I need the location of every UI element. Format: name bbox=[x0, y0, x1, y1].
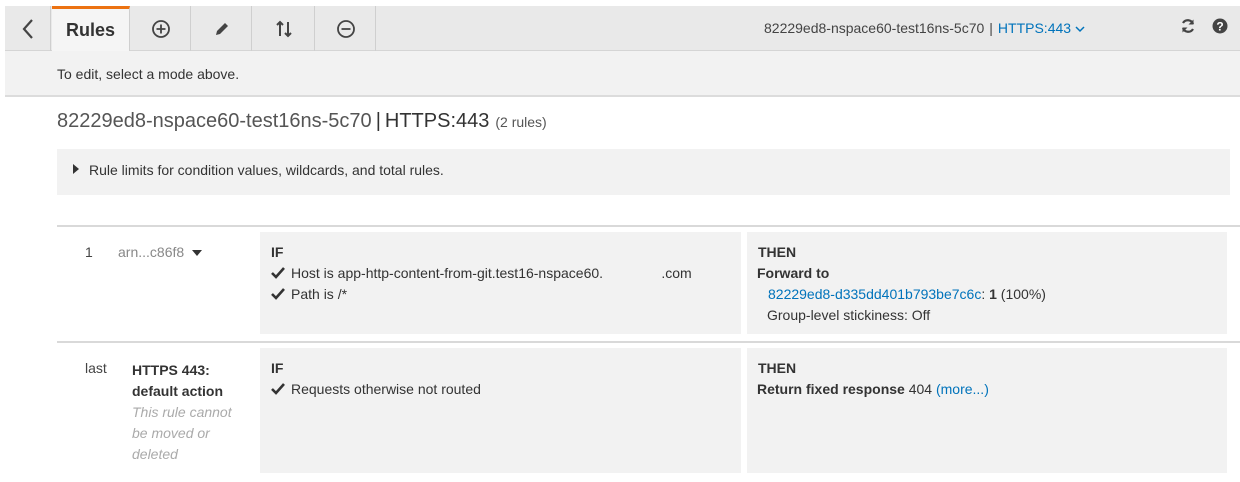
toolbar-listener[interactable]: HTTPS:443 bbox=[998, 20, 1071, 36]
pencil-icon bbox=[215, 22, 228, 35]
delete-rule-button[interactable] bbox=[316, 6, 376, 51]
rule-1-action: Forward to bbox=[757, 265, 830, 281]
rule-1-then-box: THEN Forward to 82229ed8-d335dd401b793be… bbox=[747, 232, 1227, 334]
svg-text:?: ? bbox=[1216, 20, 1223, 34]
rule-last-then-label: THEN bbox=[758, 360, 797, 376]
rule-count: (2 rules) bbox=[495, 114, 547, 130]
rule-limits-label: Rule limits for condition values, wildca… bbox=[89, 162, 444, 178]
rule-last-status-code: 404 bbox=[908, 381, 933, 397]
rules-divider-mid bbox=[57, 341, 1240, 343]
rule-last-if-box: IF Requests otherwise not routed bbox=[260, 348, 741, 473]
rule-1-arn: arn...c86f8 bbox=[118, 244, 185, 260]
add-rule-button[interactable] bbox=[131, 6, 191, 51]
check-icon bbox=[271, 288, 285, 300]
rule-last-more-link[interactable]: (more...) bbox=[936, 381, 989, 397]
rule-last-condition-text: Requests otherwise not routed bbox=[291, 381, 481, 397]
chevron-left-icon bbox=[22, 18, 33, 39]
rule-1-target-weight: 1 bbox=[989, 286, 997, 302]
listener-selector[interactable]: 82229ed8-nspace60-test16ns-5c70 | HTTPS:44… bbox=[764, 20, 1085, 36]
default-rule-note: This rule cannot be moved or deleted bbox=[132, 404, 232, 462]
default-rule-name: HTTPS 443: default action bbox=[132, 362, 224, 399]
rule-last-number: last bbox=[85, 360, 107, 376]
rule-last-if-label: IF bbox=[271, 360, 284, 376]
rule-last-action: Return fixed response bbox=[757, 381, 905, 397]
tab-rules-label: Rules bbox=[65, 20, 116, 40]
rule-1-number: 1 bbox=[85, 244, 93, 260]
mode-hint-bar: To edit, select a mode above. bbox=[5, 51, 1240, 97]
heading-listener: HTTPS:443 bbox=[384, 110, 490, 132]
help-button[interactable]: ? bbox=[1212, 18, 1228, 39]
rule-1-target-group-link[interactable]: 82229ed8-d335dd401b793be7c6c bbox=[768, 286, 981, 302]
help-icon: ? bbox=[1212, 18, 1228, 34]
check-icon bbox=[271, 267, 285, 279]
rules-divider-top bbox=[57, 225, 1240, 227]
rule-last-then-box: THEN Return fixed response 404 (more...) bbox=[747, 348, 1227, 473]
reorder-arrows-icon bbox=[275, 20, 292, 37]
rule-1-then-label: THEN bbox=[758, 244, 797, 260]
rules-toolbar: Rules 82229ed8-nspace60-test16ns-5c70 | HT… bbox=[5, 6, 1240, 52]
heading-lb-name: 82229ed8-nspace60-test16ns-5c70 bbox=[57, 110, 372, 132]
caret-right-icon bbox=[73, 164, 79, 174]
heading-separator: | bbox=[375, 110, 381, 132]
toolbar-separator: | bbox=[989, 20, 993, 36]
rule-limits-expander[interactable]: Rule limits for condition values, wildca… bbox=[57, 149, 1230, 195]
minus-circle-icon bbox=[336, 19, 355, 38]
chevron-down-icon[interactable] bbox=[1075, 25, 1085, 33]
refresh-button[interactable] bbox=[1180, 18, 1196, 39]
rule-1-arn-dropdown[interactable]: arn...c86f8 bbox=[118, 244, 203, 260]
rule-1-condition-path-text: Path is /* bbox=[291, 286, 348, 302]
caret-down-icon bbox=[192, 250, 203, 257]
rule-1-condition-path: Path is /* bbox=[271, 286, 347, 302]
back-button[interactable] bbox=[5, 6, 51, 51]
rule-1-if-box: IF Host is app-http-content-from-git.tes… bbox=[260, 232, 741, 334]
rule-1-if-label: IF bbox=[271, 244, 284, 260]
rule-1-target-colon: : bbox=[981, 286, 986, 302]
reorder-rules-button[interactable] bbox=[253, 6, 315, 51]
rule-1-condition-host: Host is app-http-content-from-git.test16… bbox=[271, 265, 692, 281]
rule-1-target: 82229ed8-d335dd401b793be7c6c: 1 (100%) bbox=[768, 286, 1046, 302]
rule-last-action-line: Return fixed response 404 (more...) bbox=[757, 381, 989, 397]
rule-1-target-percent: (100%) bbox=[1000, 286, 1046, 302]
tab-rules[interactable]: Rules bbox=[52, 6, 130, 52]
toolbar-lb-name: 82229ed8-nspace60-test16ns-5c70 bbox=[764, 20, 985, 36]
plus-circle-icon bbox=[151, 19, 170, 38]
rule-1-condition-host-text: Host is app-http-content-from-git.test16… bbox=[291, 265, 692, 281]
page-title: 82229ed8-nspace60-test16ns-5c70 | HTTPS:44… bbox=[57, 110, 547, 133]
refresh-icon bbox=[1181, 19, 1195, 33]
rule-1-stickiness: Group-level stickiness: Off bbox=[767, 307, 931, 323]
mode-hint-text: To edit, select a mode above. bbox=[57, 66, 240, 82]
edit-rule-button[interactable] bbox=[192, 6, 252, 51]
rule-last-condition: Requests otherwise not routed bbox=[271, 381, 481, 397]
check-icon bbox=[271, 383, 285, 395]
